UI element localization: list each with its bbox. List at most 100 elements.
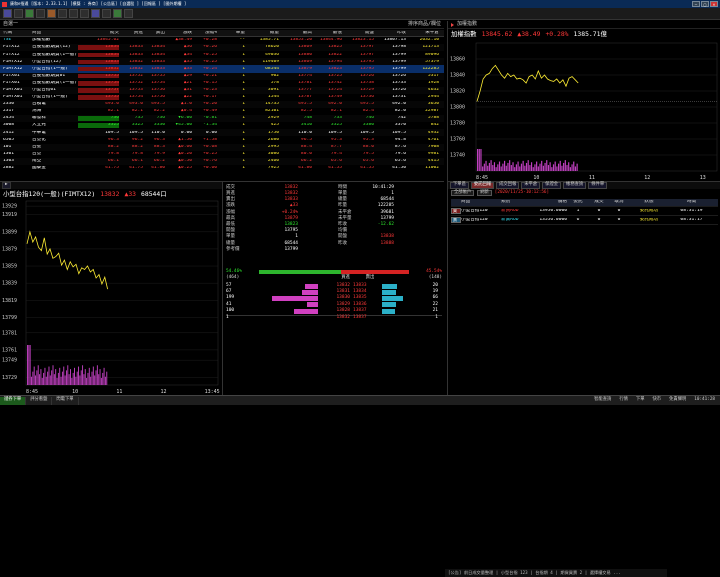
col-header[interactable]: 最低 bbox=[312, 31, 342, 36]
status-item[interactable]: 智能查詢 bbox=[592, 398, 613, 403]
futures-info: 小型台指120(一般)(FIMTX12) 13832 ▲33 68544口 bbox=[0, 189, 222, 199]
news-ticker[interactable]: [公告] 前日成交量整理 | 小型台指 123 | 台指期 4 | 期貨買賣 2… bbox=[445, 569, 667, 577]
orders-tab[interactable]: 未平倉 bbox=[521, 182, 541, 189]
quote-row[interactable]: 2330 台積電 493.0 493.0 493.5 ▲1.0 +0.20 1 14735 495… bbox=[0, 100, 444, 109]
quote-row[interactable]: FIMTX12 小型台指(1一般) 13832 13832 13833 ▲33 +0.24 1… bbox=[0, 65, 444, 73]
orders-col-header[interactable]: 類別 bbox=[501, 200, 529, 205]
print-icon[interactable] bbox=[102, 9, 111, 18]
col-header[interactable]: 賣出 bbox=[143, 31, 165, 36]
orders-col-header[interactable]: 時間 bbox=[669, 200, 714, 205]
orders-tab[interactable]: 條件單 bbox=[588, 182, 608, 189]
account-filter[interactable]: 全部帳戶 bbox=[451, 189, 475, 197]
status-item[interactable]: 下單 bbox=[634, 398, 647, 403]
quote-row[interactable]: FITX12 台股指數期貨(12) 13834 13833 13834 ▲36 +0.26 1… bbox=[0, 44, 444, 52]
maximize-button[interactable]: □ bbox=[701, 1, 709, 7]
col-header[interactable]: 最高 bbox=[279, 31, 312, 36]
depth-row[interactable]: 100 13828 13837 21 bbox=[226, 308, 442, 314]
quote-panel-title[interactable]: 自選一 bbox=[3, 22, 18, 27]
col-header[interactable]: 未平倉 bbox=[406, 31, 441, 36]
orders-col-header[interactable]: 狀態 bbox=[629, 200, 669, 205]
sort-label[interactable]: 排序商品/欄位 bbox=[408, 22, 441, 27]
quote-row[interactable]: FIMTX12 小型台指(12) 13833 13832 13833 ▲35 +0.25 1 1… bbox=[0, 58, 444, 66]
depth-row[interactable]: 41 13829 13836 22 bbox=[226, 302, 442, 308]
layout-icon[interactable] bbox=[69, 9, 78, 18]
help-icon[interactable] bbox=[124, 9, 133, 18]
quote-row[interactable]: 2454 聯發科 736 735 736 ▼6.00 -0.81 1 2929 748 733 746… bbox=[0, 115, 444, 123]
refresh-button[interactable]: 刷新 bbox=[477, 189, 492, 197]
quote-cell-name: 台積電 bbox=[32, 102, 46, 107]
status-tab[interactable]: 評分看盤 bbox=[26, 396, 53, 405]
col-header[interactable]: 漲幅% bbox=[192, 31, 217, 36]
plot-area bbox=[25, 200, 219, 386]
chart-tab[interactable]: ▶ bbox=[2, 182, 11, 189]
order-icon[interactable] bbox=[36, 9, 45, 18]
depth-row[interactable]: 57 13832 13833 20 bbox=[226, 283, 442, 289]
news-icon[interactable] bbox=[47, 9, 56, 18]
index-chart[interactable]: 138601384013820138001378013760137408:45 1… bbox=[448, 39, 720, 181]
depth-row[interactable]: 67 13831 13834 19 bbox=[226, 289, 442, 295]
orders-tab[interactable]: 委託回報 bbox=[470, 182, 495, 189]
grid-icon[interactable] bbox=[80, 9, 89, 18]
settings-icon[interactable] bbox=[58, 9, 67, 18]
col-header[interactable]: 漲跌 bbox=[165, 31, 192, 36]
ask-volume-bar bbox=[382, 308, 410, 314]
y-tick-label: 13819 bbox=[2, 298, 17, 304]
col-header[interactable]: 開盤 bbox=[342, 31, 374, 36]
account-icon[interactable] bbox=[113, 9, 122, 18]
col-header[interactable]: 代碼 bbox=[0, 31, 32, 36]
status-tab[interactable]: 證券下單 bbox=[0, 396, 27, 405]
col-header[interactable]: 商品 bbox=[32, 31, 78, 36]
quote-row[interactable]: 101 台壁 88.2 88.2 88.3 ▲0.60 +0.68 1 2995 88.4 87.7… bbox=[0, 143, 444, 151]
home-icon[interactable] bbox=[3, 9, 12, 18]
col-header[interactable]: 成交 bbox=[78, 31, 119, 36]
quote-row[interactable]: 6505 台塑化 96.3 96.2 96.3 ▲1.50 +1.58 1 2680 96.5 95… bbox=[0, 136, 444, 143]
quote-row[interactable]: FITX12 台股指數期貨(1一般) 13834 13833 13834 ▲34 +0.25… bbox=[0, 51, 444, 58]
status-item[interactable]: 行情 bbox=[617, 398, 630, 403]
quote-row[interactable]: TSE 加權指數 13845.62 ▲38.49 +0.28 -- 1385.71 13853… bbox=[0, 37, 444, 44]
quote-row[interactable]: FIMTX01 小型台指01 13757 13753 13756 ▲31 +0.23 1 309… bbox=[0, 86, 444, 94]
chart-icon[interactable] bbox=[25, 9, 34, 18]
depth-row[interactable]: 199 13830 13835 66 bbox=[226, 296, 442, 302]
status-item[interactable]: 快市 bbox=[651, 398, 664, 403]
quote-cell-pct: -0.81 bbox=[203, 116, 217, 121]
quote-detail-panel: 成交 13832 買進 13832 賣出 13833 漲跌 ▲33 漲幅 +0.24% 最高 1387… bbox=[222, 181, 667, 577]
quote-row[interactable]: 1303 南亞 66.1 66.1 66.2 ▲0.50 +0.76 1 2460 66.2 65.… bbox=[0, 157, 444, 165]
orders-col-header[interactable]: 委託 bbox=[567, 200, 589, 205]
index-name: 加權指數 bbox=[451, 29, 477, 38]
orders-col-header[interactable]: 商品 bbox=[461, 200, 501, 205]
orders-col-header[interactable]: 價格 bbox=[529, 200, 567, 205]
orders-tab[interactable]: 帳務查詢 bbox=[563, 182, 587, 189]
alert-icon[interactable] bbox=[91, 9, 100, 18]
quote-row[interactable]: 2317 鴻海 82.1 82.1 82.2 ▲0.4 +0.49 1 82101 82.5 82.… bbox=[0, 108, 444, 115]
orders-tab[interactable]: 下單區 bbox=[450, 182, 469, 189]
col-header[interactable]: 昨收 bbox=[374, 31, 406, 36]
minimize-button[interactable]: – bbox=[692, 1, 700, 7]
status-item[interactable]: 免責聲明 bbox=[667, 398, 688, 403]
quote-cell-ask: 13834 bbox=[151, 45, 165, 50]
col-header[interactable]: 買進 bbox=[119, 31, 143, 36]
quote-row[interactable]: FIMTX01 小型台指(1一般) 13755 13754 13756 ▲22 +0.17 1… bbox=[0, 94, 444, 101]
order-cell-status: 委託成功 bbox=[639, 208, 659, 213]
status-tab[interactable]: 閃電下單 bbox=[52, 396, 79, 405]
quote-row[interactable]: 3008 大立光 3325 3325 3330 ▼45.00 -1.34 1 425 3410 33… bbox=[0, 122, 444, 129]
volume-bar bbox=[49, 375, 51, 385]
col-header[interactable]: 總量 bbox=[245, 31, 279, 36]
col-header[interactable]: 單量 bbox=[217, 31, 245, 36]
orders-col-header[interactable]: 成交 bbox=[589, 200, 609, 205]
quote-row[interactable]: 2882 國泰金 41.75 41.75 41.80 ▲0.25 +0.60 1 7925 41.… bbox=[0, 165, 444, 172]
close-button[interactable]: × bbox=[710, 1, 718, 7]
orders-tab[interactable]: 保證金 bbox=[542, 182, 562, 189]
order-row[interactable]: 賣小型台指120 新賣ROD 13556.0000 6 0 0 委託成功 08:31:17 bbox=[451, 216, 718, 225]
quote-row[interactable]: 2412 中華電 109.5 109.5 110.0 0.00 0.00 1 1750 110.0… bbox=[0, 129, 444, 137]
futures-chart[interactable]: 13929 13919 13899 13879 13859 13839 13819 13799… bbox=[0, 199, 222, 395]
quote-cell-oi: 11002 bbox=[425, 166, 439, 171]
quote-row[interactable]: 1301 台塑 79.8 79.8 79.9 ▲0.20 +0.25 1 3086 80.0 79.… bbox=[0, 151, 444, 158]
orders-tab[interactable]: 成交回報 bbox=[496, 182, 520, 189]
quote-cell-chg: ▲33 bbox=[183, 66, 192, 71]
y-tick-label: 13740 bbox=[450, 153, 465, 159]
order-row[interactable]: 買小型台指120 新買ROD 13950.0000 1 0 0 委託成功 08:31:19 bbox=[451, 207, 718, 216]
quote-row[interactable]: FITX01 台股指數期貨01 13755 13752 13755 ▲29 +0.21 1 90… bbox=[0, 72, 444, 80]
orders-col-header[interactable]: 取消 bbox=[609, 200, 629, 205]
quote-icon[interactable] bbox=[14, 9, 23, 18]
quote-row[interactable]: FITX01 台股指數期貨(1一般) 13754 13752 13754 ▲21 +0.15… bbox=[0, 80, 444, 87]
